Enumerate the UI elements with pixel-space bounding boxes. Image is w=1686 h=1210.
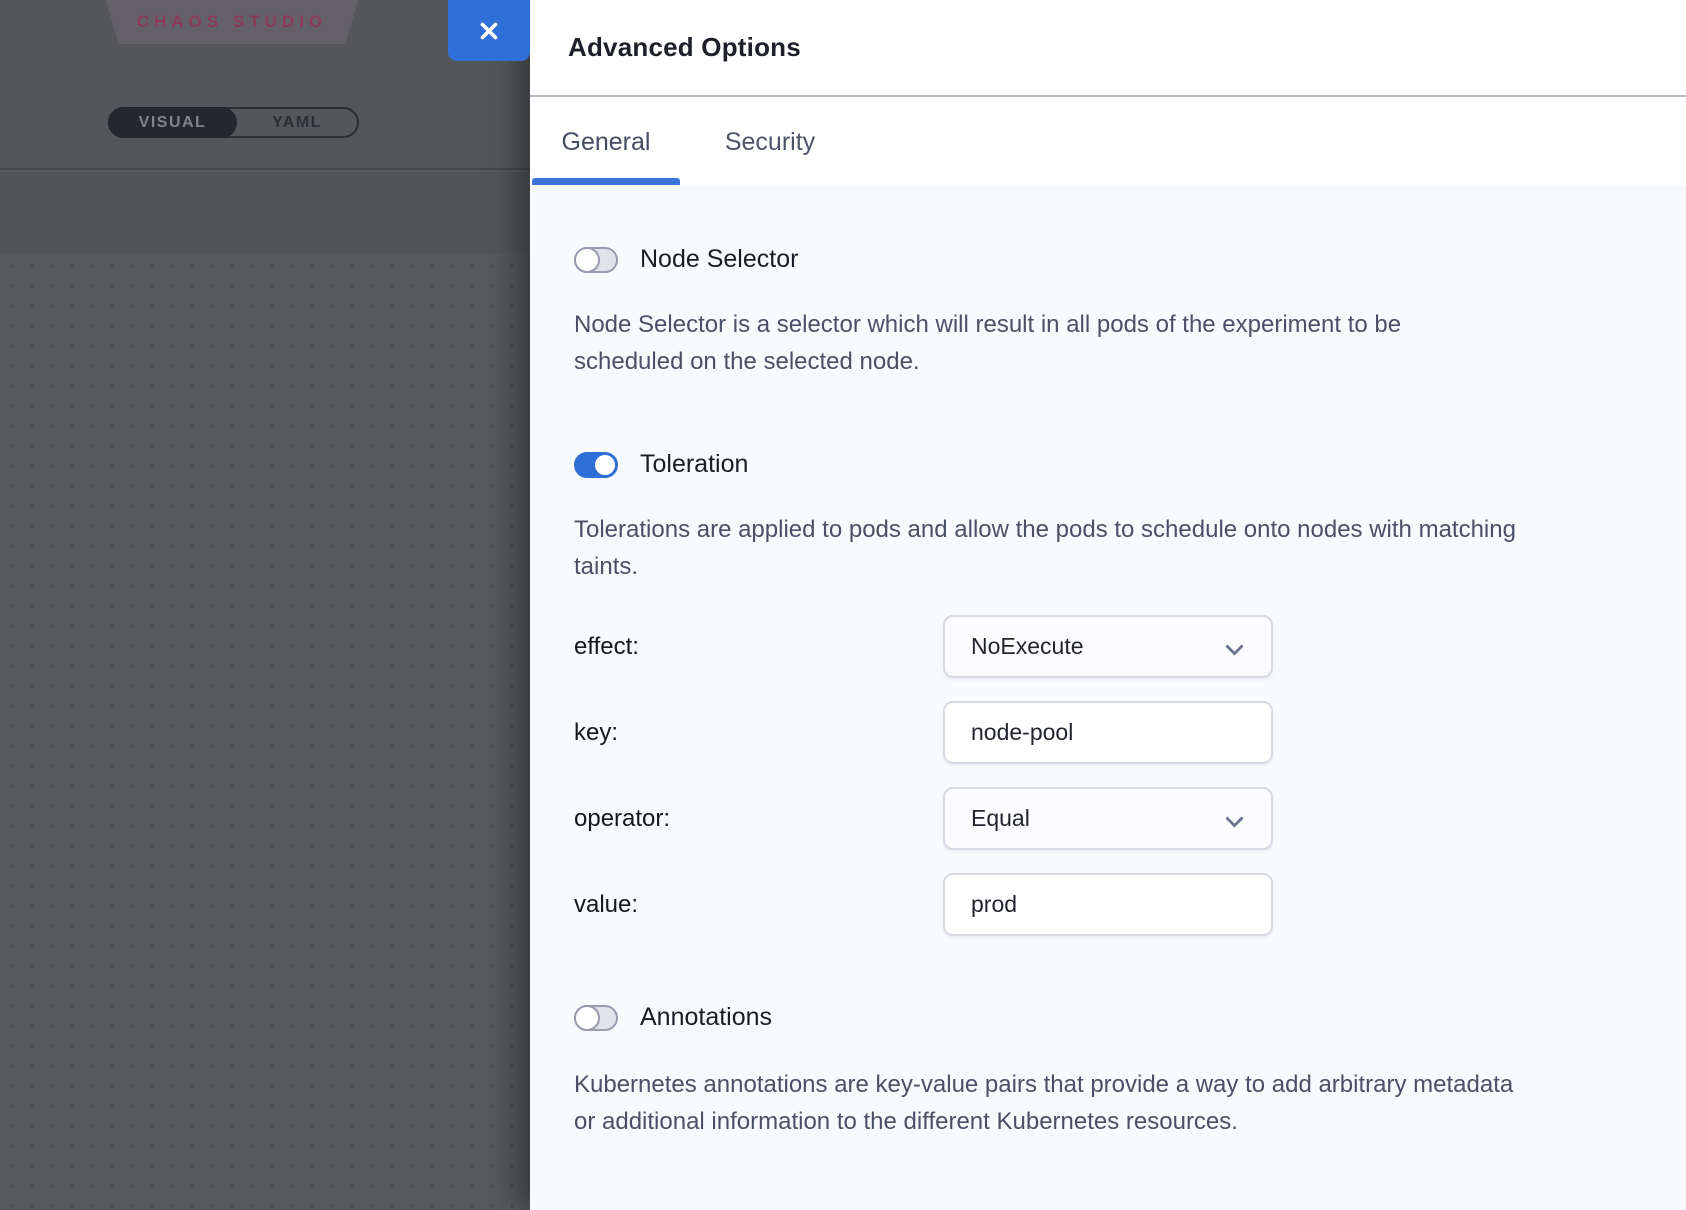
- chevron-down-icon: [1225, 809, 1243, 827]
- effect-select[interactable]: NoExecute: [943, 615, 1273, 678]
- annotations-row: Annotations: [574, 1003, 772, 1032]
- visual-tab[interactable]: VISUAL: [108, 107, 237, 138]
- effect-field-row: effect: NoExecute: [530, 615, 1686, 678]
- annotations-label: Annotations: [640, 1003, 772, 1032]
- value-label: value:: [574, 891, 638, 919]
- value-input[interactable]: [943, 873, 1273, 936]
- key-input[interactable]: [943, 701, 1273, 764]
- toleration-label: Toleration: [640, 450, 748, 479]
- effect-select-value: NoExecute: [971, 633, 1084, 660]
- node-selector-toggle[interactable]: [574, 247, 618, 273]
- active-tab-underline: [532, 178, 680, 185]
- node-selector-label: Node Selector: [640, 245, 798, 274]
- node-selector-description: Node Selector is a selector which will r…: [574, 306, 1514, 380]
- experiment-canvas: [0, 253, 530, 1210]
- yaml-tab[interactable]: YAML: [237, 109, 357, 136]
- drawer-header: Advanced Options: [530, 0, 1686, 97]
- tab-general[interactable]: General: [532, 99, 680, 185]
- toleration-toggle[interactable]: [574, 452, 618, 478]
- advanced-options-drawer: Advanced Options General Security Node S…: [530, 0, 1686, 1210]
- general-tab-content: Node Selector Node Selector is a selecto…: [530, 185, 1686, 1210]
- key-field-row: key:: [530, 701, 1686, 764]
- canvas-overlay: CHAOS STUDIO VISUAL YAML: [0, 0, 530, 1210]
- studio-toolbar: [0, 172, 530, 253]
- value-field-row: value:: [530, 873, 1686, 936]
- operator-select[interactable]: Equal: [943, 787, 1273, 850]
- tab-security[interactable]: Security: [697, 99, 843, 185]
- toggle-knob: [593, 453, 617, 477]
- toggle-knob: [574, 247, 600, 273]
- chaos-studio-screen: CHAOS STUDIO VISUAL YAML Advanced Option…: [0, 0, 1686, 1210]
- toggle-knob: [574, 1005, 600, 1031]
- annotations-toggle[interactable]: [574, 1005, 618, 1031]
- drawer-title: Advanced Options: [568, 32, 801, 63]
- toleration-row: Toleration: [574, 450, 748, 479]
- operator-field-row: operator: Equal: [530, 787, 1686, 850]
- brand-banner: CHAOS STUDIO: [106, 0, 358, 44]
- effect-label: effect:: [574, 633, 639, 661]
- visual-yaml-toggle[interactable]: VISUAL YAML: [108, 107, 359, 138]
- annotations-description: Kubernetes annotations are key-value pai…: [574, 1066, 1524, 1140]
- brand-title: CHAOS STUDIO: [137, 12, 327, 32]
- operator-select-value: Equal: [971, 805, 1030, 832]
- node-selector-row: Node Selector: [574, 245, 798, 274]
- drawer-tabs: General Security: [530, 99, 1686, 185]
- key-label: key:: [574, 719, 618, 747]
- close-icon: [476, 18, 502, 44]
- close-drawer-button[interactable]: [448, 0, 530, 61]
- chevron-down-icon: [1225, 637, 1243, 655]
- operator-label: operator:: [574, 805, 670, 833]
- toleration-description: Tolerations are applied to pods and allo…: [574, 511, 1564, 585]
